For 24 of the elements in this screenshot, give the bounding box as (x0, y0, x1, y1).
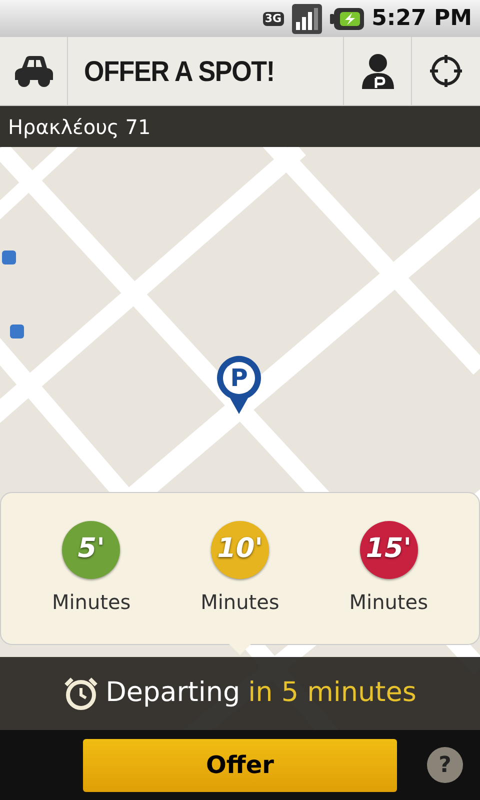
time-label: Minutes (349, 588, 428, 616)
network-type-indicator: 3G (262, 12, 284, 26)
time-option[interactable]: 15' Minutes (318, 520, 459, 616)
time-badge: 15' (360, 520, 418, 578)
time-label: Minutes (200, 588, 280, 616)
signal-icon (292, 4, 322, 34)
app-title: OFFER A SPOT! (84, 52, 274, 89)
time-badge: 5' (62, 520, 120, 578)
crosshair-icon (429, 54, 463, 88)
battery-icon (330, 8, 364, 30)
address-text: Ηρακλέους 71 (8, 114, 151, 140)
parking-marker[interactable]: P (215, 354, 263, 416)
time-label: Minutes (52, 588, 131, 616)
offer-button[interactable]: Offer (83, 738, 397, 792)
time-option[interactable]: 5' Minutes (21, 520, 162, 616)
person-icon (360, 53, 394, 89)
time-option[interactable]: 10' Minutes (170, 520, 310, 616)
help-button[interactable]: ? (427, 747, 463, 783)
departing-label: Departing (106, 676, 240, 710)
time-badge: 10' (210, 520, 269, 578)
alarm-clock-icon (64, 676, 98, 710)
car-icon (14, 54, 54, 88)
clock-text: 5:27 PM (372, 5, 472, 33)
departing-time: in 5 minutes (248, 676, 416, 710)
